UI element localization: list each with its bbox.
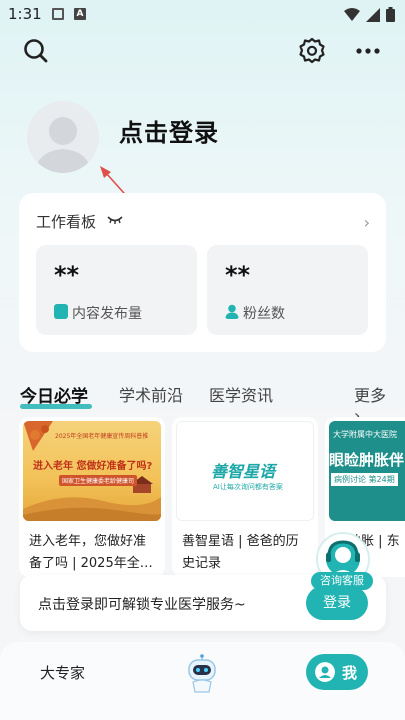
article-image: 2025年全国老年健康宣传周科普推 进入老年 您做好准备了吗? 国家卫生健康委老… <box>23 421 161 521</box>
image-subtext: 国家卫生健康委老龄健康司 <box>59 475 138 486</box>
battery-icon <box>386 7 395 22</box>
image-header-text: 大学附属中大医院 <box>333 430 397 439</box>
tab-more-label: 更多 <box>354 386 387 405</box>
tab-academic[interactable]: 学术前沿 <box>119 382 183 406</box>
signal-icon <box>366 7 380 22</box>
stat-label: 内容发布量 <box>72 306 142 322</box>
status-bar: 1:31 A <box>0 0 405 28</box>
article-title: 善智星语 | 爸爸的历史记录 <box>182 534 299 571</box>
stat-label: 粉丝数 <box>243 306 285 322</box>
default-user-icon <box>35 117 91 173</box>
login-button[interactable]: 登录 <box>306 586 368 620</box>
avatar[interactable] <box>27 101 99 173</box>
nav-expert[interactable]: 大专家 <box>40 662 85 683</box>
article-title: 进入老年，您做好准备了吗 | 2025年全… <box>29 534 153 571</box>
login-title[interactable]: 点击登录 <box>119 113 219 148</box>
wifi-icon <box>344 7 360 21</box>
content-tabs: 今日必学 学术前沿 医学资讯 更多 › <box>20 382 390 425</box>
customer-service-label[interactable]: 咨询客服 <box>311 572 373 590</box>
image-logo-text: 善智星语 <box>211 462 276 481</box>
image-headline: 进入老年 您做好准备了吗? <box>33 461 153 472</box>
image-subtext: 病例讨论 第24期 <box>331 473 398 486</box>
stat-fans[interactable]: ** 粉丝数 <box>207 245 368 335</box>
work-board-title: 工作看板 <box>36 213 97 231</box>
tab-medical-news[interactable]: 医学资讯 <box>209 382 273 406</box>
nav-me[interactable]: 我 <box>306 654 368 690</box>
user-icon <box>225 304 239 319</box>
article-card[interactable]: 2025年全国老年健康宣传周科普推 进入老年 您做好准备了吗? 国家卫生健康委老… <box>19 417 165 577</box>
article-card[interactable]: 善智星语 AI让每次询问都有答案 善智星语 | 爸爸的历史记录 <box>172 417 318 577</box>
login-prompt-text: 点击登录即可解锁专业医学服务~ <box>38 597 246 613</box>
image-banner-text: 2025年全国老年健康宣传周科普推 <box>55 433 149 440</box>
stat-value: ** <box>54 261 80 289</box>
bottom-navigation: 大专家 我 <box>0 642 405 720</box>
stat-value: ** <box>225 261 251 289</box>
nav-me-label: 我 <box>342 664 358 682</box>
a-notification-icon: A <box>74 8 86 20</box>
robot-icon <box>188 654 216 693</box>
image-notification-icon <box>52 8 64 20</box>
status-time: 1:31 <box>8 5 42 23</box>
image-headline: 眼睑肿胀伴 <box>329 451 405 469</box>
chevron-right-icon[interactable]: › <box>364 213 370 232</box>
stat-content-count[interactable]: ** 内容发布量 <box>36 245 197 335</box>
nav-ai-assistant[interactable] <box>184 654 220 694</box>
image-subtext: AI让每次询问都有答案 <box>213 483 283 491</box>
more-options-icon[interactable] <box>353 36 383 66</box>
search-icon[interactable] <box>21 36 51 66</box>
user-profile-icon <box>315 662 335 682</box>
article-image: 善智星语 AI让每次询问都有答案 <box>176 421 314 521</box>
tab-today[interactable]: 今日必学 <box>20 382 88 407</box>
document-icon <box>54 304 68 319</box>
work-board-card: 工作看板 › ** 内容发布量 ** 粉丝数 <box>19 193 386 352</box>
status-icons <box>344 7 395 22</box>
settings-gear-icon[interactable] <box>297 36 327 66</box>
article-image: 大学附属中大医院 眼睑肿胀伴 病例讨论 第24期 <box>329 421 405 521</box>
hide-eye-icon[interactable] <box>107 215 123 225</box>
